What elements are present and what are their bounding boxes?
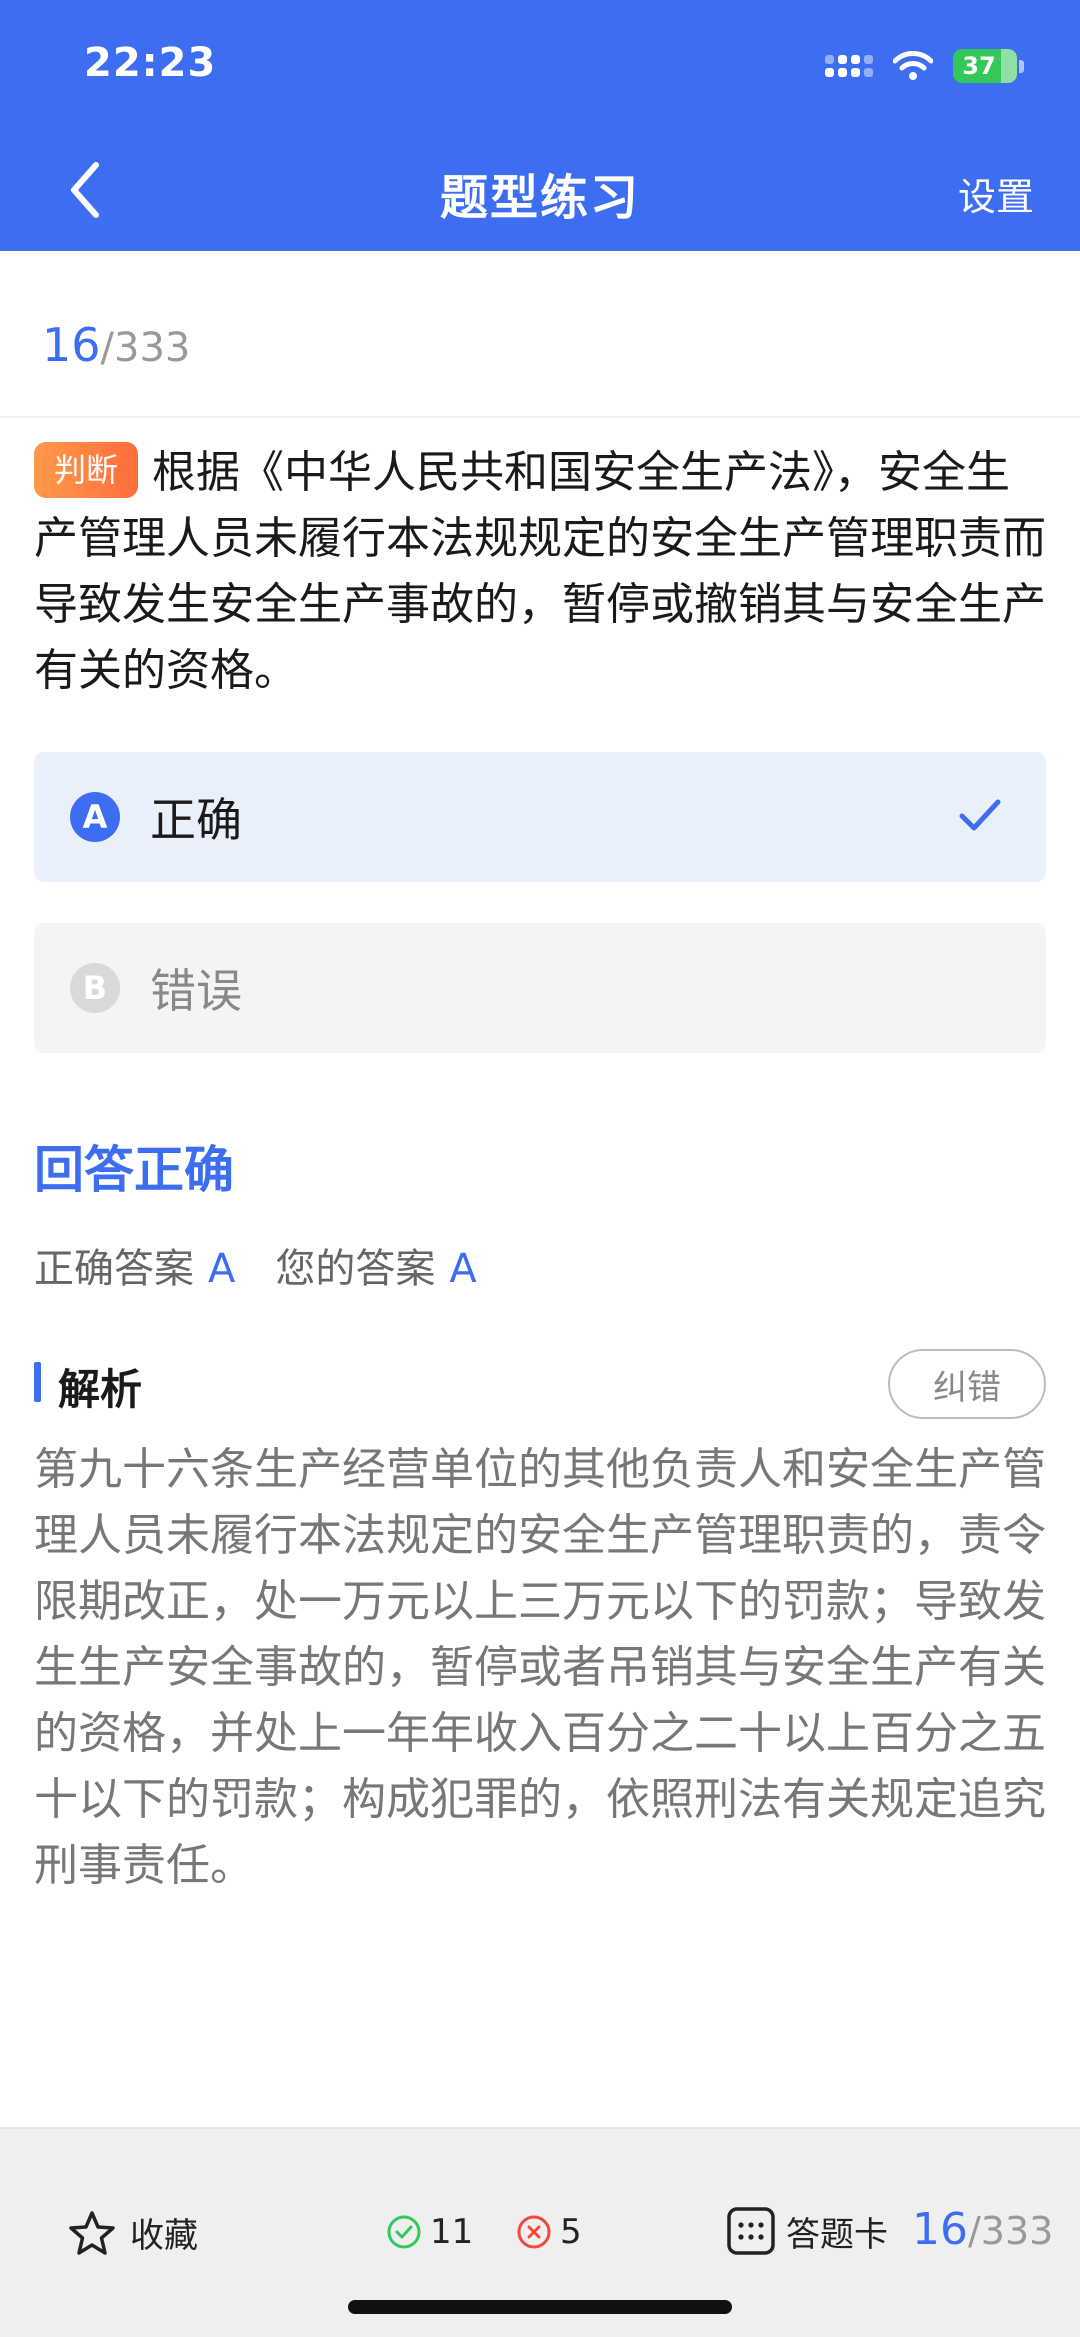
answer-card-button[interactable]: 答题卡: [726, 2206, 888, 2256]
check-icon: [959, 799, 1001, 831]
correct-answer-label: 正确答案: [34, 1246, 194, 1292]
your-answer-label: 您的答案: [275, 1246, 436, 1292]
option-text: 错误: [150, 964, 242, 1018]
x-circle-icon: [517, 2215, 551, 2249]
home-indicator: [348, 2300, 732, 2314]
battery-icon: 37: [953, 49, 1017, 83]
bottom-progress: 16/333: [912, 2204, 1053, 2255]
battery-level: 37: [962, 52, 996, 80]
option-b[interactable]: B 错误: [34, 923, 1046, 1053]
question-text: 根据《中华人民共和国安全生产法》，安全生产管理人员未履行本法规规定的安全生产管理…: [34, 447, 1046, 696]
option-letter-badge: B: [70, 963, 120, 1013]
analysis-title: 解析: [58, 1365, 143, 1414]
settings-button[interactable]: 设置: [958, 166, 1034, 221]
option-letter-badge: A: [70, 792, 120, 842]
status-icons: 37: [825, 46, 1024, 86]
progress-current: 16: [42, 318, 101, 372]
result-title: 回答正确: [34, 1141, 234, 1199]
correct-count-value: 11: [430, 2212, 474, 2252]
check-circle-icon: [387, 2215, 421, 2249]
status-time: 22:23: [84, 40, 217, 86]
star-icon: [69, 2210, 115, 2255]
option-text: 正确: [150, 793, 242, 847]
app-header: 22:23 37 题型练习 设置: [0, 0, 1080, 251]
wrong-count-value: 5: [560, 2212, 582, 2252]
question-stem: 判断 根据《中华人民共和国安全生产法》，安全生产管理人员未履行本法规规定的安全生产…: [34, 440, 1046, 704]
question-progress: 16/333: [42, 318, 190, 372]
wrong-count: 5: [516, 2212, 582, 2252]
bottom-progress-current: 16: [912, 2204, 968, 2255]
option-a[interactable]: A 正确: [34, 752, 1046, 882]
wifi-icon: [893, 51, 933, 80]
answer-summary: 正确答案 A 您的答案 A: [34, 1236, 517, 1294]
signal-icon: [825, 55, 873, 77]
section-accent-bar: [34, 1362, 41, 1402]
answer-card-label: 答题卡: [786, 2214, 888, 2255]
favorite-label: 收藏: [130, 2216, 198, 2256]
correct-count: 11: [386, 2212, 473, 2252]
progress-total: /333: [100, 325, 191, 371]
your-answer-value: A: [449, 1246, 477, 1292]
question-type-tag: 判断: [34, 442, 138, 498]
divider: [0, 416, 1080, 418]
bottom-progress-total: /333: [968, 2209, 1054, 2253]
page-title: 题型练习: [439, 170, 640, 226]
analysis-text: 第九十六条生产经营单位的其他负责人和安全生产管理人员未履行本法规定的安全生产管理…: [34, 1444, 1046, 1891]
report-error-button[interactable]: 纠错: [888, 1349, 1046, 1419]
favorite-button[interactable]: 收藏: [68, 2208, 198, 2257]
grid-icon: [727, 2207, 775, 2255]
correct-answer-value: A: [208, 1246, 236, 1292]
